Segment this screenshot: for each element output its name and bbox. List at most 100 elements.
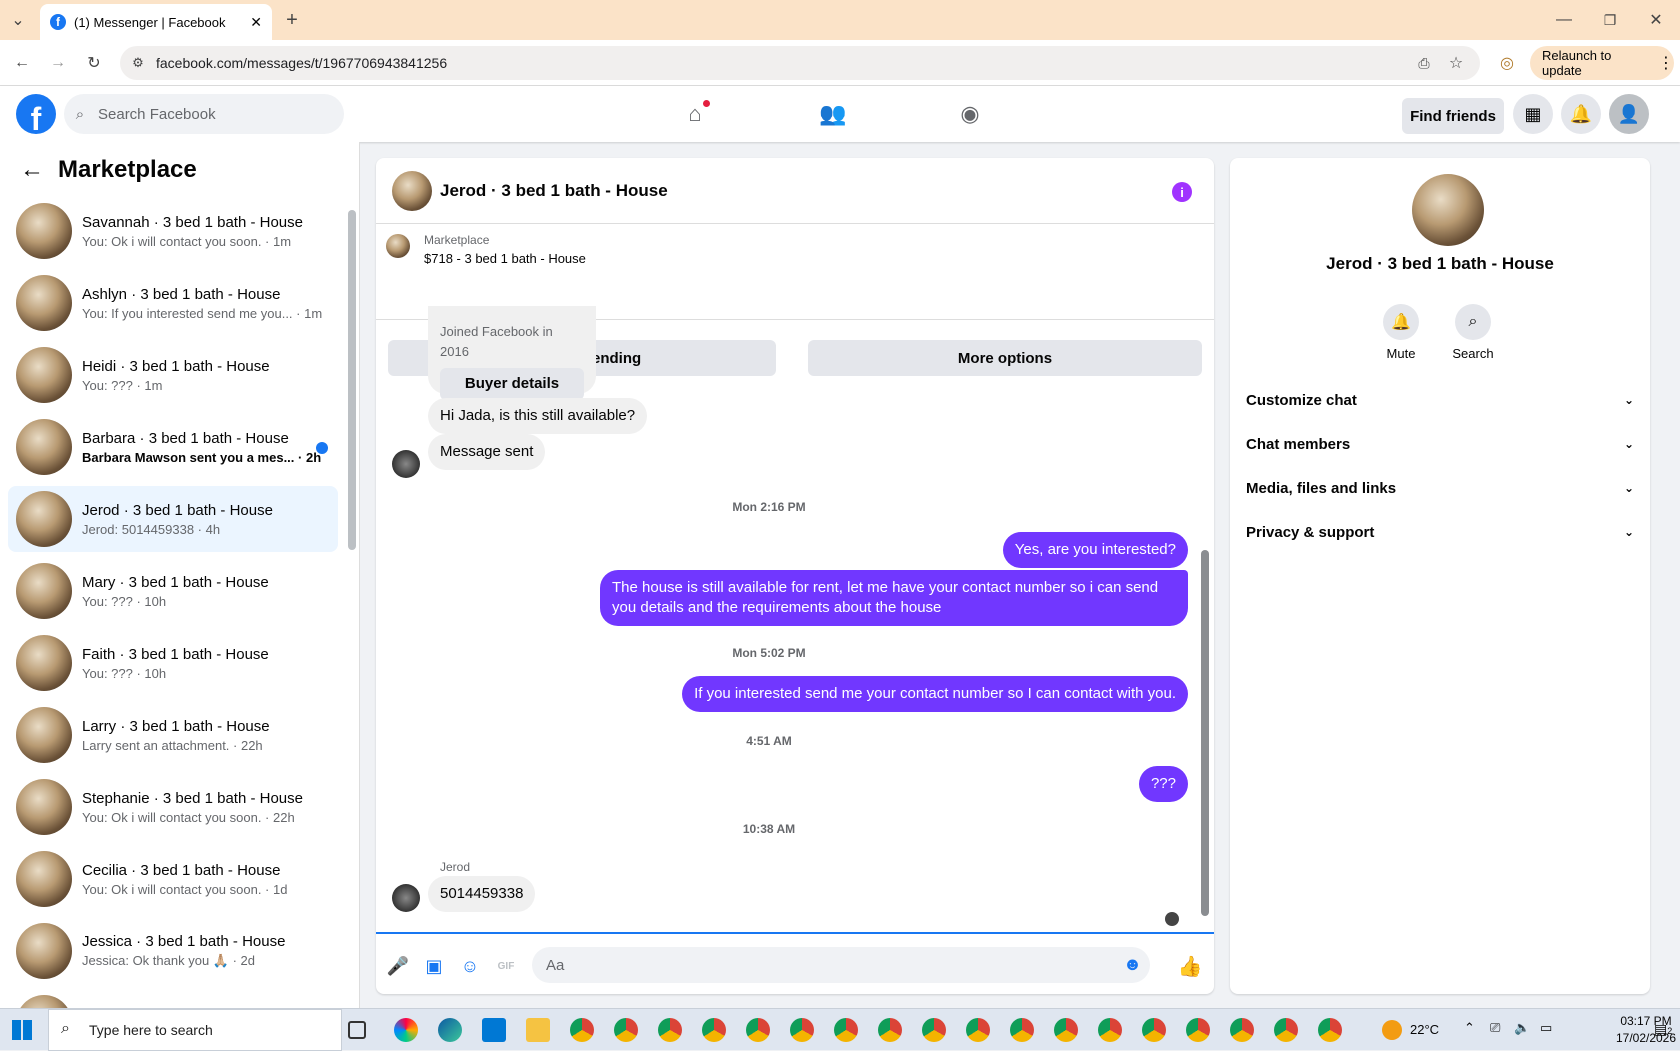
conversation-item[interactable]: Faith · 3 bed 1 bath - House You: ??? · 1… [8, 630, 338, 696]
conversation-name: Heidi · 3 bed 1 bath - House [82, 357, 270, 375]
close-tab-icon[interactable]: ✕ [250, 14, 262, 31]
sticker-icon[interactable]: ☺ [458, 954, 482, 978]
search-label: Search [1452, 346, 1494, 361]
conversation-item[interactable]: Ashlyn · 3 bed 1 bath - House You: If you… [8, 270, 338, 336]
tray-chevron-icon[interactable]: ⌃ [1464, 1020, 1475, 1036]
chrome-taskbar-icon[interactable] [1230, 1018, 1254, 1042]
account-avatar[interactable]: 👤 [1609, 94, 1649, 134]
conversation-item[interactable]: Larry · 3 bed 1 bath - House Larry sent a… [8, 702, 338, 768]
windows-start-icon[interactable] [12, 1020, 32, 1040]
message-input[interactable]: Aa ☻ [532, 947, 1150, 983]
chrome-taskbar-icon[interactable] [966, 1018, 990, 1042]
conversation-item[interactable]: Cecilia · 3 bed 1 bath - House You: Ok i … [8, 846, 338, 912]
friends-icon[interactable]: 👥 [813, 96, 853, 132]
chat-scrollbar[interactable] [1201, 550, 1209, 916]
mute-button[interactable]: 🔔 Mute [1366, 304, 1436, 361]
like-thumb-icon[interactable]: 👍 [1178, 954, 1203, 978]
install-app-icon[interactable]: ⎙ [1412, 51, 1436, 75]
chrome-taskbar-icon[interactable] [614, 1018, 638, 1042]
notifications-bell-icon[interactable]: 🔔 [1561, 94, 1601, 134]
menu-grid-icon[interactable]: ▦ [1513, 94, 1553, 134]
find-friends-button[interactable]: Find friends [1402, 98, 1504, 134]
conversation-item[interactable]: Heidi · 3 bed 1 bath - House You: ??? · 1… [8, 342, 338, 408]
chrome-taskbar-icon[interactable] [834, 1018, 858, 1042]
buyer-details-button[interactable]: Buyer details [440, 368, 584, 400]
facebook-search-input[interactable]: ⌕ Search Facebook [64, 94, 344, 134]
file-explorer-icon[interactable] [526, 1018, 550, 1042]
chrome-taskbar-icon[interactable] [658, 1018, 682, 1042]
chat-avatar[interactable] [392, 170, 432, 211]
chrome-taskbar-icon[interactable] [1010, 1018, 1034, 1042]
profile-icon[interactable]: ◎ [1495, 51, 1519, 75]
network-icon[interactable]: ⎚ [1490, 1020, 1500, 1036]
listing-price[interactable]: $718 - 3 bed 1 bath - House [424, 251, 586, 266]
back-arrow-icon[interactable]: ← [20, 156, 44, 184]
conversation-item[interactable]: Savannah · 3 bed 1 bath - House You: Ok i… [8, 198, 338, 264]
battery-icon[interactable]: ▭ [1540, 1020, 1552, 1036]
chat-title[interactable]: Jerod · 3 bed 1 bath - House [440, 181, 668, 201]
conversation-item[interactable]: Barbara · 3 bed 1 bath - House Barbara Ma… [8, 414, 338, 480]
address-bar[interactable]: ⚙ facebook.com/messages/t/19677069438412… [120, 46, 1480, 80]
conversation-item[interactable]: Mary · 3 bed 1 bath - House You: ??? · 10… [8, 558, 338, 624]
conversation-item[interactable]: Jessica · 3 bed 1 bath - House Jessica: O… [8, 918, 338, 984]
site-info-icon[interactable]: ⚙ [126, 51, 150, 75]
taskbar-search-input[interactable]: ⌕ Type here to search [48, 1009, 342, 1051]
customize-chat-section[interactable]: Customize chat ⌄ [1246, 380, 1634, 420]
gif-icon[interactable]: GIF [494, 954, 518, 978]
facebook-logo[interactable]: f [16, 94, 56, 134]
copilot-icon[interactable] [394, 1018, 418, 1042]
back-icon[interactable]: ← [10, 51, 34, 75]
chrome-taskbar-icon[interactable] [1142, 1018, 1166, 1042]
browser-tab[interactable]: f (1) Messenger | Facebook ✕ [40, 4, 272, 40]
chrome-taskbar-icon[interactable] [1318, 1018, 1342, 1042]
weather-icon[interactable] [1382, 1020, 1402, 1040]
reload-icon[interactable]: ↻ [82, 51, 106, 75]
notification-center-icon[interactable]: ▤2 [1654, 1021, 1672, 1038]
chrome-taskbar-icon[interactable] [922, 1018, 946, 1042]
chrome-taskbar-icon[interactable] [570, 1018, 594, 1042]
chrome-taskbar-icon[interactable] [1098, 1018, 1122, 1042]
chevron-down-icon: ⌄ [1623, 525, 1634, 539]
microphone-icon[interactable]: 🎤 [386, 954, 410, 978]
groups-icon[interactable]: ◉ [950, 96, 990, 132]
mail-icon[interactable] [482, 1018, 506, 1042]
volume-icon[interactable]: 🔈 [1514, 1020, 1530, 1036]
chrome-taskbar-icon[interactable] [746, 1018, 770, 1042]
chrome-taskbar-icon[interactable] [1274, 1018, 1298, 1042]
more-menu-icon[interactable]: ⋮ [1658, 53, 1674, 73]
media-files-links-section[interactable]: Media, files and links ⌄ [1246, 468, 1634, 508]
new-tab-icon[interactable]: + [280, 8, 304, 32]
conversation-item[interactable]: Stephanie · 3 bed 1 bath - House You: Ok … [8, 774, 338, 840]
sidebar-scrollbar[interactable] [348, 210, 356, 550]
chat-members-section[interactable]: Chat members ⌄ [1246, 424, 1634, 464]
chrome-taskbar-icon[interactable] [1054, 1018, 1078, 1042]
bookmark-star-icon[interactable]: ☆ [1444, 51, 1468, 75]
privacy-support-section[interactable]: Privacy & support ⌄ [1246, 512, 1634, 552]
weather-temp[interactable]: 22°C [1410, 1022, 1439, 1037]
details-avatar[interactable] [1412, 174, 1484, 246]
task-view-icon[interactable] [348, 1021, 366, 1039]
emoji-icon[interactable]: ☻ [1123, 954, 1142, 975]
chrome-taskbar-icon[interactable] [702, 1018, 726, 1042]
forward-icon[interactable]: → [46, 51, 70, 75]
chrome-taskbar-icon[interactable] [878, 1018, 902, 1042]
home-icon[interactable]: ⌂ [675, 96, 715, 132]
close-window-icon[interactable]: ✕ [1644, 8, 1668, 32]
message-bubble: The house is still available for rent, l… [600, 570, 1188, 626]
relaunch-button[interactable]: Relaunch to update ⋮ [1530, 46, 1674, 80]
restore-icon[interactable]: ❐ [1598, 8, 1622, 32]
chrome-taskbar-icon[interactable] [790, 1018, 814, 1042]
conversation-avatar [16, 707, 72, 763]
tab-list-icon[interactable]: ⌄ [6, 8, 30, 32]
conversation-item[interactable]: Jerod · 3 bed 1 bath - House Jerod: 50144… [8, 486, 338, 552]
photo-icon[interactable]: ▣ [422, 954, 446, 978]
search-in-chat-button[interactable]: ⌕ Search [1438, 304, 1508, 361]
listing-thumbnail[interactable] [386, 234, 410, 258]
minimize-icon[interactable]: — [1552, 8, 1576, 32]
facebook-favicon-icon: f [50, 14, 66, 30]
chrome-taskbar-icon[interactable] [1186, 1018, 1210, 1042]
conversation-item[interactable]: Christi · 3 bed 1 bath - House [8, 990, 338, 1008]
edge-icon[interactable] [438, 1018, 462, 1042]
info-icon[interactable]: i [1172, 182, 1192, 202]
message-composer: 🎤 ▣ ☺ GIF Aa ☻ 👍 [376, 932, 1214, 994]
